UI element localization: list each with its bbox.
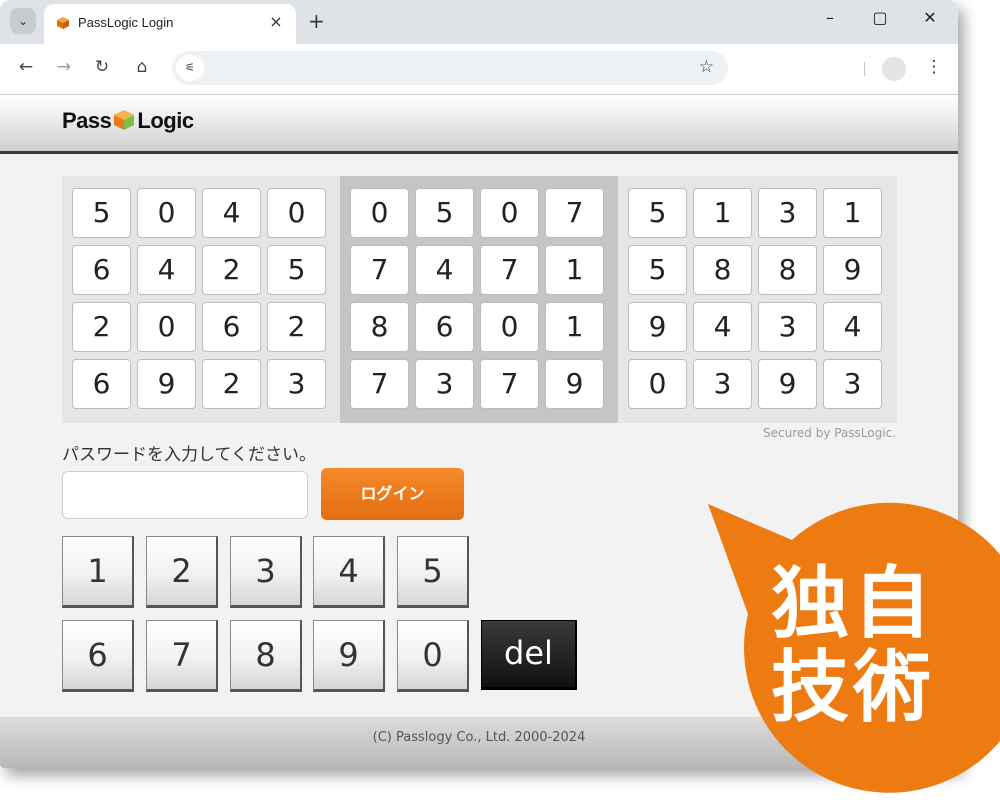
matrix-cell: 7 [350, 359, 409, 409]
address-bar[interactable]: ⚟ ☆ [172, 51, 728, 85]
matrix-cell: 9 [545, 359, 604, 409]
site-info-icon[interactable]: ⚟ [176, 55, 204, 81]
keypad-key[interactable]: 3 [230, 536, 302, 608]
logo-text-pass: Pass [62, 108, 112, 133]
secured-by-text: Secured by PassLogic. [763, 426, 896, 440]
matrix-cell: 0 [628, 359, 687, 409]
matrix-cell: 7 [545, 188, 604, 238]
matrix-cell: 9 [137, 359, 196, 409]
matrix-cell: 1 [823, 188, 882, 238]
matrix-cell: 0 [267, 188, 326, 238]
back-icon[interactable]: ← [14, 57, 38, 77]
matrix-cell: 6 [72, 359, 131, 409]
matrix-block-1: 5040642520626923 [62, 176, 340, 423]
matrix-cell: 2 [267, 302, 326, 352]
matrix-cell: 4 [137, 245, 196, 295]
bookmark-star-icon[interactable]: ☆ [699, 57, 714, 77]
matrix-cell: 5 [415, 188, 474, 238]
tab-title: PassLogic Login [78, 15, 174, 30]
toolbar-divider [864, 62, 865, 76]
passlogic-favicon-icon [57, 17, 69, 29]
matrix-cell: 3 [693, 359, 752, 409]
passlogic-matrix: 5040642520626923 0507747186017379 513158… [62, 176, 897, 423]
keypad-key[interactable]: 5 [397, 536, 469, 608]
matrix-cell: 3 [267, 359, 326, 409]
matrix-cell: 3 [758, 302, 817, 352]
matrix-cell: 0 [137, 188, 196, 238]
matrix-cell: 5 [628, 188, 687, 238]
keypad-key[interactable]: 4 [313, 536, 385, 608]
browser-toolbar: ← → ↻ ⌂ ⚟ ☆ ⋮ [0, 44, 958, 95]
menu-kebab-icon[interactable]: ⋮ [922, 57, 946, 77]
tab-search-button[interactable]: ⌄ [10, 8, 36, 34]
login-button[interactable]: ログイン [321, 468, 464, 520]
matrix-cell: 9 [628, 302, 687, 352]
matrix-cell: 3 [415, 359, 474, 409]
page-header: Pass Logic [0, 95, 958, 154]
maximize-button[interactable]: ▢ [860, 8, 900, 27]
passlogic-logo: Pass Logic [62, 108, 194, 134]
matrix-cell: 6 [202, 302, 261, 352]
tab-close-icon[interactable]: × [266, 12, 286, 31]
password-prompt: パスワードを入力してください。 [62, 445, 316, 465]
keypad-key[interactable]: 2 [146, 536, 218, 608]
keypad-key[interactable]: 1 [62, 536, 134, 608]
matrix-cell: 1 [545, 245, 604, 295]
matrix-cell: 3 [823, 359, 882, 409]
matrix-block-2: 0507747186017379 [340, 176, 618, 423]
matrix-cell: 4 [823, 302, 882, 352]
matrix-cell: 1 [545, 302, 604, 352]
profile-avatar[interactable] [882, 57, 906, 81]
matrix-cell: 7 [480, 359, 539, 409]
matrix-cell: 2 [202, 245, 261, 295]
reload-icon[interactable]: ↻ [90, 57, 114, 77]
badge-line-1: 独自 [770, 559, 935, 649]
matrix-cell: 7 [480, 245, 539, 295]
matrix-cell: 2 [72, 302, 131, 352]
chevron-down-icon: ⌄ [17, 14, 29, 28]
home-icon[interactable]: ⌂ [130, 57, 154, 77]
logo-text-logic: Logic [137, 108, 194, 133]
copyright-text: (C) Passlogy Co., Ltd. 2000-2024 [372, 730, 586, 745]
badge-line-2: 技術 [770, 643, 935, 733]
matrix-cell: 5 [72, 188, 131, 238]
keypad-key[interactable]: 8 [230, 620, 302, 692]
matrix-block-3: 5131588994340393 [618, 176, 897, 423]
active-tab[interactable]: PassLogic Login × [44, 4, 296, 44]
matrix-cell: 6 [415, 302, 474, 352]
matrix-cell: 5 [628, 245, 687, 295]
matrix-cell: 4 [202, 188, 261, 238]
matrix-cell: 8 [693, 245, 752, 295]
matrix-cell: 0 [480, 302, 539, 352]
matrix-cell: 4 [415, 245, 474, 295]
keypad-key[interactable]: 6 [62, 620, 134, 692]
password-input[interactable] [62, 471, 308, 519]
matrix-cell: 2 [202, 359, 261, 409]
badge-text: 独自 技術 [758, 562, 948, 730]
close-window-button[interactable]: ✕ [910, 8, 950, 27]
delete-key[interactable]: del [481, 620, 577, 690]
matrix-cell: 4 [693, 302, 752, 352]
keypad-key[interactable]: 7 [146, 620, 218, 692]
matrix-cell: 8 [350, 302, 409, 352]
matrix-cell: 0 [137, 302, 196, 352]
matrix-cell: 7 [350, 245, 409, 295]
tab-strip: ⌄ PassLogic Login × + – ▢ ✕ [0, 0, 958, 44]
matrix-cell: 6 [72, 245, 131, 295]
matrix-cell: 9 [758, 359, 817, 409]
matrix-cell: 0 [480, 188, 539, 238]
minimize-button[interactable]: – [810, 8, 850, 27]
keypad-key[interactable]: 9 [313, 620, 385, 692]
matrix-cell: 9 [823, 245, 882, 295]
matrix-cell: 5 [267, 245, 326, 295]
forward-icon[interactable]: → [52, 57, 76, 77]
cube-logo-icon [114, 110, 135, 130]
matrix-cell: 0 [350, 188, 409, 238]
matrix-cell: 1 [693, 188, 752, 238]
keypad-key[interactable]: 0 [397, 620, 469, 692]
new-tab-button[interactable]: + [308, 9, 325, 33]
matrix-cell: 8 [758, 245, 817, 295]
matrix-cell: 3 [758, 188, 817, 238]
